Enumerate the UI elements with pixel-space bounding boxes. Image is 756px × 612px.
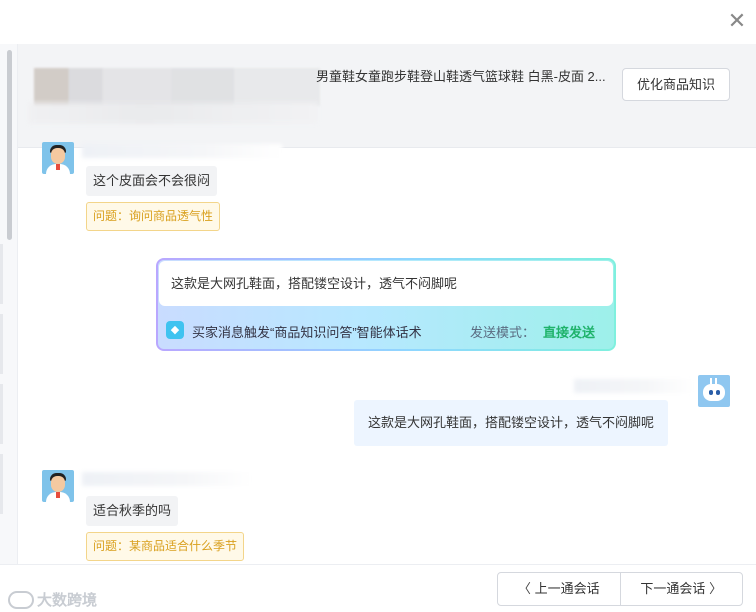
agent-name-blurred: [574, 379, 694, 393]
watermark-text: 大数跨境: [37, 592, 98, 609]
ai-suggestion-card: 这款是大网孔鞋面，搭配镂空设计，透气不闷脚呢 ◆ 买家消息触发“商品知识问答”智…: [156, 258, 616, 351]
watermark-logo-icon: [8, 591, 34, 609]
conversation-panel: 男童鞋女童跑步鞋登山鞋透气篮球鞋 白黑-皮面 2... 优化商品知识 这个皮面会…: [18, 44, 756, 564]
watermark: 大数跨境: [8, 589, 97, 610]
question-tag: 问题：询问商品透气性: [86, 202, 221, 231]
customer-name-blurred: [82, 472, 252, 486]
ai-trigger-text: 买家消息触发“商品知识问答”智能体话术: [192, 325, 422, 340]
agent-avatar: [698, 375, 730, 407]
product-image-blurred: [34, 68, 320, 106]
ai-suggestion-text: 这款是大网孔鞋面，搭配镂空设计，透气不闷脚呢: [159, 261, 613, 306]
customer-message: 这个皮面会不会很闷: [86, 166, 218, 196]
send-mode-label: 发送模式：: [470, 325, 536, 340]
conversation-list-rail: [0, 44, 18, 564]
prev-conversation-button[interactable]: 〈 上一通会话: [498, 573, 620, 605]
prev-conversation-label: 上一通会话: [534, 581, 600, 596]
dialog-footer: 大数跨境 〈 上一通会话 下一通会话 〉: [0, 564, 756, 612]
rail-item[interactable]: [0, 314, 3, 374]
customer-message: 适合秋季的吗: [86, 496, 179, 526]
chevron-left-icon: 〈: [517, 582, 531, 597]
close-icon[interactable]: ✕: [726, 11, 748, 34]
question-tag: 问题：某商品适合什么季节: [86, 532, 245, 561]
agent-message: 这款是大网孔鞋面，搭配镂空设计，透气不闷脚呢: [354, 400, 669, 446]
optimize-knowledge-button[interactable]: 优化商品知识: [621, 68, 730, 101]
product-meta-blurred: [28, 102, 318, 124]
chat-history: 这个皮面会不会很闷 问题：询问商品透气性 这款是大网孔鞋面，搭配镂空设计，透气不…: [18, 142, 756, 564]
dialog-header: ✕: [0, 0, 756, 44]
ai-suggestion-footer: ◆ 买家消息触发“商品知识问答”智能体话术 发送模式： 直接发送: [166, 320, 606, 340]
send-mode-value: 直接发送: [543, 325, 596, 340]
rail-item[interactable]: [0, 454, 3, 514]
scrollbar-thumb[interactable]: [7, 50, 12, 240]
next-conversation-label: 下一通会话: [640, 581, 706, 596]
customer-avatar: [42, 142, 74, 174]
product-info-bar: 男童鞋女童跑步鞋登山鞋透气篮球鞋 白黑-皮面 2... 优化商品知识: [18, 44, 756, 148]
chevron-right-icon: 〉: [709, 582, 723, 597]
conversation-nav: 〈 上一通会话 下一通会话 〉: [497, 572, 743, 606]
rail-item[interactable]: [0, 384, 3, 444]
rail-item[interactable]: [0, 244, 3, 304]
next-conversation-button[interactable]: 下一通会话 〉: [619, 573, 743, 605]
customer-avatar: [42, 470, 74, 502]
robot-icon: ◆: [166, 321, 184, 339]
customer-name-blurred: [82, 144, 282, 158]
